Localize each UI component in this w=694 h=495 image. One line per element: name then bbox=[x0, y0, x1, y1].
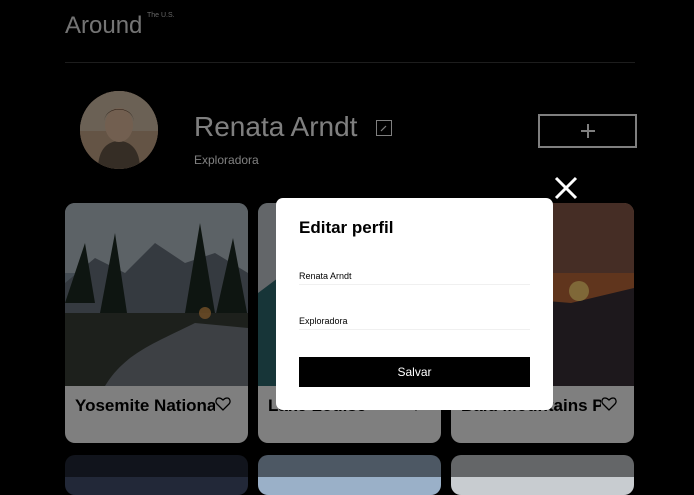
name-input[interactable] bbox=[299, 268, 530, 285]
save-button[interactable]: Salvar bbox=[299, 357, 530, 387]
edit-profile-modal: Editar perfil Salvar bbox=[276, 198, 553, 410]
role-input[interactable] bbox=[299, 313, 530, 330]
page: Around The U.S. Renata Arndt Exploradora bbox=[0, 0, 694, 495]
close-icon[interactable] bbox=[553, 175, 579, 201]
modal-title: Editar perfil bbox=[299, 218, 394, 237]
